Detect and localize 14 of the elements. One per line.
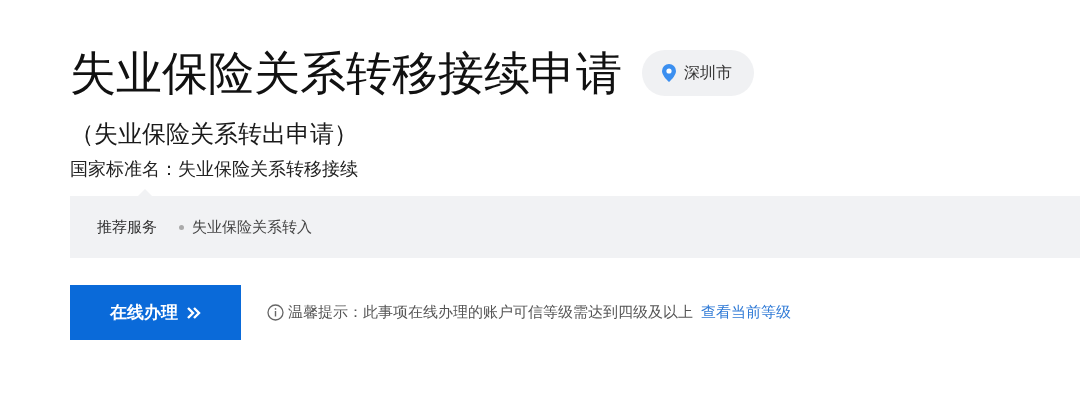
page-title: 失业保险关系转移接续申请 — [70, 45, 622, 102]
location-pin-icon — [662, 64, 676, 82]
recommended-link[interactable]: 失业保险关系转入 — [192, 217, 312, 237]
view-level-link[interactable]: 查看当前等级 — [701, 303, 791, 322]
tip-text: 温馨提示：此事项在线办理的账户可信等级需达到四级及以上 — [288, 303, 693, 322]
double-chevron-icon — [186, 306, 201, 319]
recommended-label: 推荐服务 — [97, 217, 157, 237]
location-label: 深圳市 — [684, 62, 732, 84]
bullet-icon — [179, 224, 184, 230]
apply-online-button[interactable]: 在线办理 — [70, 285, 241, 340]
info-icon — [267, 304, 284, 321]
location-pill[interactable]: 深圳市 — [642, 50, 754, 96]
standard-name: 国家标准名：失业保险关系转移接续 — [70, 157, 359, 181]
page-subtitle: （失业保险关系转出申请） — [70, 119, 359, 150]
